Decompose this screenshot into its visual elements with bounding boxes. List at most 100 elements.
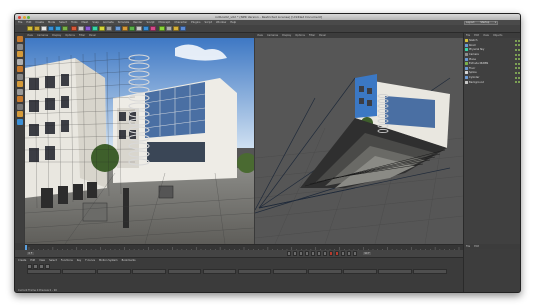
vp1-menu-view[interactable]: View	[27, 34, 33, 37]
toolbar-icon-17[interactable]	[143, 25, 149, 32]
record-button[interactable]	[328, 251, 334, 256]
vp2-menu-display[interactable]: Display	[282, 34, 291, 37]
render-visibility-dot[interactable]	[518, 58, 520, 61]
editor-visibility-dot[interactable]	[515, 44, 518, 47]
go-to-end-button[interactable]	[322, 251, 328, 256]
menu-help[interactable]: Help	[230, 21, 236, 24]
vp2-menu-cameras[interactable]: Cameras	[267, 34, 278, 37]
toolbar-icon-2[interactable]	[34, 25, 40, 32]
toolbar-icon-13[interactable]	[115, 25, 121, 32]
vp1-menu-filter[interactable]: Filter	[79, 34, 85, 37]
toolbar-icon-12[interactable]	[106, 25, 112, 32]
visibility-flags[interactable]	[515, 53, 520, 56]
toolbar-icon-9[interactable]	[85, 25, 91, 32]
mode-icon-2[interactable]	[16, 43, 23, 50]
editor-visibility-dot[interactable]	[515, 71, 518, 74]
toolbar-icon-20[interactable]	[166, 25, 172, 32]
close-window-button[interactable]	[18, 15, 21, 19]
render-visibility-dot[interactable]	[518, 67, 520, 70]
toolbar-icon-10[interactable]	[92, 25, 98, 32]
mode-icon-1[interactable]	[16, 36, 23, 42]
previous-key-button[interactable]	[292, 251, 298, 256]
visibility-flags[interactable]	[515, 76, 520, 79]
mode-icon-3[interactable]	[16, 51, 23, 57]
menu-tools[interactable]: Tools	[71, 21, 77, 24]
tl-menu-edit[interactable]: Edit	[30, 259, 35, 262]
toolbar-icon-16[interactable]	[136, 25, 142, 32]
om-menu-file[interactable]: File	[466, 34, 470, 37]
visibility-flags[interactable]	[515, 44, 520, 47]
menu-file[interactable]: File	[18, 21, 22, 24]
om-menu-edit[interactable]: Edit	[474, 34, 479, 37]
visibility-flags[interactable]	[515, 67, 520, 70]
menu-mograph[interactable]: MoGraph	[159, 21, 171, 24]
rotation-key-button[interactable]	[352, 251, 358, 256]
next-key-button[interactable]	[316, 251, 322, 256]
visibility-flags[interactable]	[515, 71, 520, 74]
mode-icon-12[interactable]	[16, 118, 23, 125]
menu-edit[interactable]: Edit	[26, 21, 31, 24]
go-to-start-button[interactable]	[286, 251, 292, 256]
vp1-menu-cameras[interactable]: Cameras	[37, 34, 48, 37]
vp2-menu-options[interactable]: Options	[295, 34, 305, 37]
tl-menu-select[interactable]: Select	[49, 259, 57, 262]
visibility-flags[interactable]	[515, 48, 520, 51]
vp2-menu-panel[interactable]: Panel	[319, 34, 326, 37]
menu-sculpt[interactable]: Sculpt	[146, 21, 154, 24]
mode-icon-9[interactable]	[16, 96, 23, 102]
menu-script[interactable]: Script	[204, 21, 212, 24]
zoom-window-button[interactable]	[27, 15, 30, 19]
render-visibility-dot[interactable]	[518, 76, 520, 79]
editor-visibility-dot[interactable]	[515, 62, 518, 65]
autokey-button[interactable]	[334, 251, 340, 256]
toolbar-icon-6[interactable]	[62, 25, 68, 32]
toolbar-icon-22[interactable]	[180, 25, 186, 32]
vp1-menu-display[interactable]: Display	[52, 34, 61, 37]
visibility-flags[interactable]	[515, 39, 520, 42]
mode-icon-7[interactable]	[16, 81, 23, 87]
mode-icon-4[interactable]	[16, 58, 23, 65]
play-button[interactable]	[304, 251, 310, 256]
tl-menu-bookmarks[interactable]: Bookmarks	[122, 259, 136, 262]
viewport-perspective[interactable]: View Cameras Display Options Filter Pane…	[25, 33, 254, 244]
editor-visibility-dot[interactable]	[515, 48, 518, 51]
tl-menu-create[interactable]: Create	[18, 259, 26, 262]
visibility-flags[interactable]	[515, 81, 520, 84]
visibility-flags[interactable]	[515, 62, 520, 65]
tl-menu-motion-system[interactable]: Motion System	[99, 259, 118, 262]
render-visibility-dot[interactable]	[518, 53, 520, 56]
keyframe-track[interactable]	[27, 269, 447, 274]
layout-selector[interactable]: Layout: Startup ▾	[464, 20, 498, 25]
toolbar-icon-11[interactable]	[99, 25, 105, 32]
render-visibility-dot[interactable]	[518, 39, 520, 42]
previous-frame-button[interactable]	[298, 251, 304, 256]
toolbar-icon-5[interactable]	[55, 25, 61, 32]
next-frame-button[interactable]	[310, 251, 316, 256]
mode-icon-6[interactable]	[16, 73, 23, 80]
object-row[interactable]: Background	[464, 80, 520, 85]
visibility-flags[interactable]	[515, 58, 520, 61]
viewport-top[interactable]: View Cameras Display Options Filter Pane…	[255, 33, 463, 244]
toolbar-icon-14[interactable]	[122, 25, 128, 32]
render-visibility-dot[interactable]	[518, 62, 520, 65]
menu-mode[interactable]: Mode	[48, 21, 55, 24]
render-visibility-dot[interactable]	[518, 81, 520, 84]
mode-icon-5[interactable]	[16, 66, 23, 72]
menu-character[interactable]: Character	[174, 21, 187, 24]
vp2-menu-view[interactable]: View	[257, 34, 263, 37]
editor-visibility-dot[interactable]	[515, 58, 518, 61]
tl-menu-view[interactable]: View	[39, 259, 45, 262]
toolbar-icon-4[interactable]	[48, 25, 54, 32]
menu-plugins[interactable]: Plugins	[191, 21, 200, 24]
toolbar-icon-8[interactable]	[78, 25, 84, 32]
toolbar-icon-1[interactable]	[27, 25, 33, 32]
am-menu-mode[interactable]: File	[466, 245, 470, 248]
toolbar-icon-19[interactable]	[159, 25, 165, 32]
render-visibility-dot[interactable]	[518, 71, 520, 74]
om-menu-objects[interactable]: Objects	[493, 34, 502, 37]
editor-visibility-dot[interactable]	[515, 76, 518, 79]
tl-menu-functions[interactable]: Functions	[61, 259, 73, 262]
menu-mesh[interactable]: Mesh	[81, 21, 88, 24]
toolbar-icon-18[interactable]	[150, 25, 156, 32]
toolbar-icon-15[interactable]	[129, 25, 135, 32]
